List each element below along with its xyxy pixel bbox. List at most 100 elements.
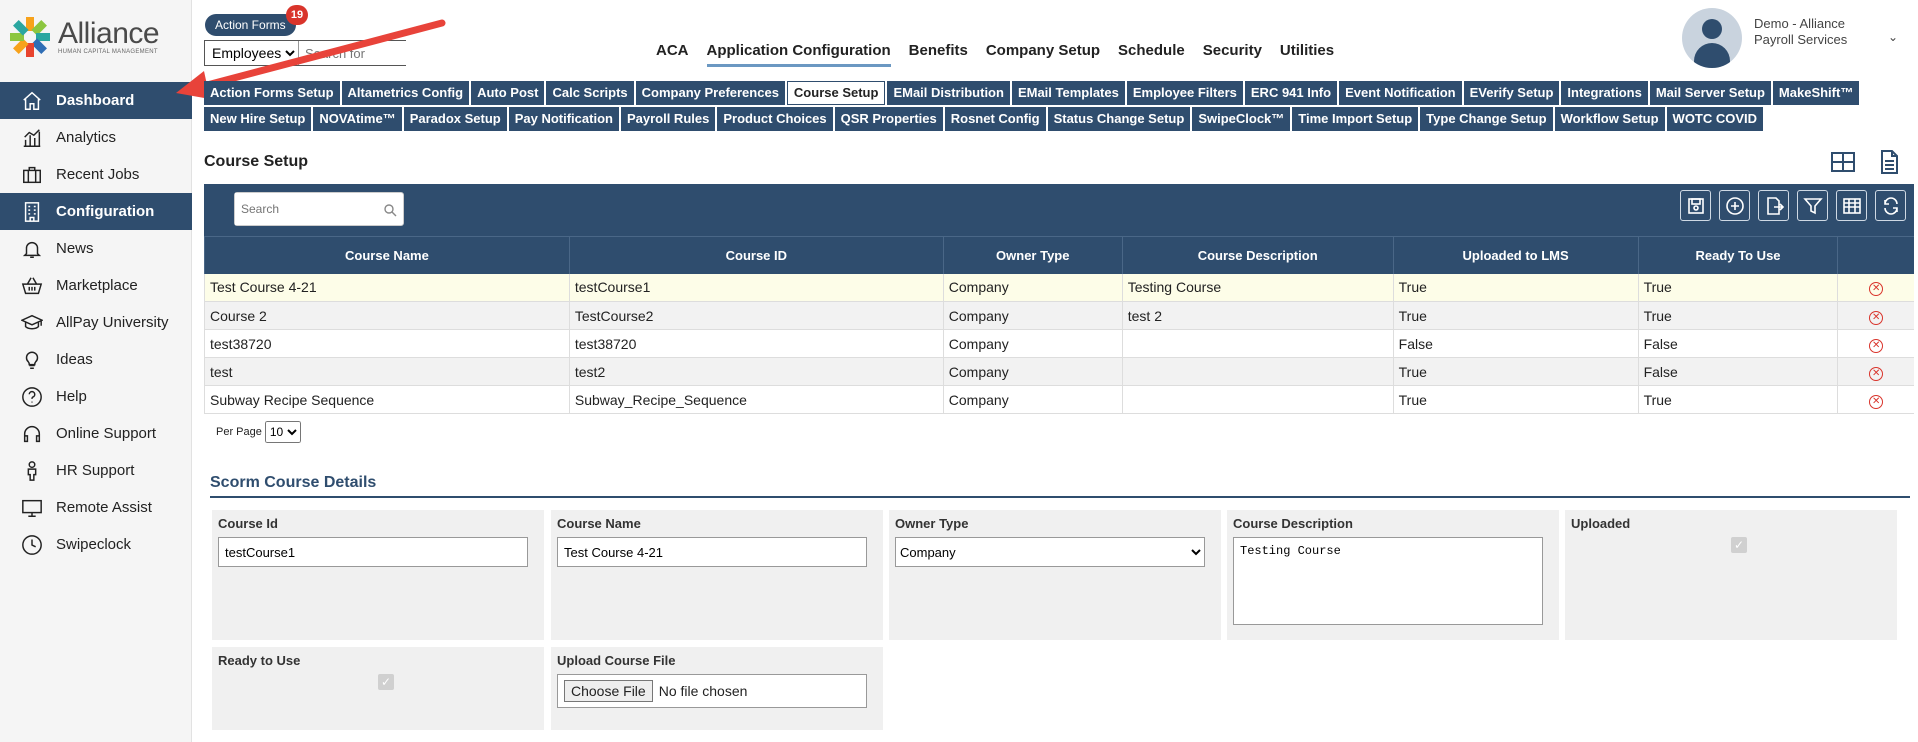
table-row[interactable]: test38720 test38720 Company False False …	[204, 329, 1914, 358]
tab-auto-post[interactable]: Auto Post	[471, 81, 545, 105]
course-id-input[interactable]	[218, 537, 528, 567]
delete-button[interactable]: ✕	[1837, 357, 1914, 386]
tab-event-notification[interactable]: Event Notification	[1339, 81, 1462, 105]
tab-payroll-rules[interactable]: Payroll Rules	[620, 107, 716, 131]
upload-course-file-card: Upload Course File Choose File No file c…	[551, 647, 883, 730]
choose-file-button[interactable]: Choose File	[564, 680, 653, 702]
column-header-course-id[interactable]: Course ID	[568, 236, 944, 274]
cell: Company	[942, 301, 1123, 330]
tab-action-forms-setup[interactable]: Action Forms Setup	[204, 81, 340, 105]
delete-button[interactable]: ✕	[1837, 273, 1914, 302]
topnav-schedule[interactable]: Schedule	[1118, 42, 1185, 67]
tab-integrations[interactable]: Integrations	[1561, 81, 1648, 105]
sidebar-item-marketplace[interactable]: Marketplace	[0, 267, 192, 304]
course-description-textarea[interactable]: Testing Course	[1233, 537, 1543, 625]
table-row[interactable]: Course 2 TestCourse2 Company test 2 True…	[204, 301, 1914, 330]
tab-calc-scripts[interactable]: Calc Scripts	[546, 81, 634, 105]
filter-button[interactable]	[1797, 190, 1828, 221]
refresh-button[interactable]	[1875, 190, 1906, 221]
topnav-application-configuration[interactable]: Application Configuration	[706, 42, 891, 67]
employee-search: Employees	[204, 40, 481, 66]
tab-employee-filters[interactable]: Employee Filters	[1126, 81, 1243, 105]
tab-time-import-setup[interactable]: Time Import Setup	[1292, 107, 1419, 131]
add-button[interactable]	[1719, 190, 1750, 221]
action-forms-button[interactable]: Action Forms	[205, 14, 296, 36]
topnav-aca[interactable]: ACA	[656, 42, 689, 67]
sidebar-item-news[interactable]: News	[0, 230, 192, 267]
course-name-input[interactable]	[557, 537, 867, 567]
tab-pay-notification[interactable]: Pay Notification	[508, 107, 619, 131]
topnav-utilities[interactable]: Utilities	[1280, 42, 1334, 67]
employee-search-input[interactable]	[299, 41, 481, 65]
tab-mail-server-setup[interactable]: Mail Server Setup	[1649, 81, 1771, 105]
building-icon	[20, 200, 44, 224]
tab-product-choices[interactable]: Product Choices	[717, 107, 833, 131]
table-row[interactable]: Subway Recipe Sequence Subway_Recipe_Seq…	[204, 385, 1914, 414]
tab-email-templates[interactable]: EMail Templates	[1011, 81, 1125, 105]
employee-type-select[interactable]: Employees	[205, 41, 299, 65]
cell: Testing Course	[1121, 273, 1394, 302]
sidebar-item-recent-jobs[interactable]: Recent Jobs	[0, 156, 192, 193]
per-page-select[interactable]: 10	[264, 421, 301, 443]
tab-rosnet-config[interactable]: Rosnet Config	[944, 107, 1046, 131]
tab-new-hire-setup[interactable]: New Hire Setup	[204, 107, 312, 131]
table-row[interactable]: Test Course 4-21 testCourse1 Company Tes…	[204, 273, 1914, 302]
topnav-company-setup[interactable]: Company Setup	[986, 42, 1100, 67]
topnav-security[interactable]: Security	[1203, 42, 1262, 67]
tab-course-setup[interactable]: Course Setup	[786, 81, 886, 105]
avatar	[1682, 8, 1742, 68]
delete-button[interactable]: ✕	[1837, 329, 1914, 358]
export-button[interactable]	[1758, 190, 1789, 221]
ready-to-use-checkbox[interactable]: ✓	[378, 674, 394, 690]
tab-paradox-setup[interactable]: Paradox Setup	[403, 107, 507, 131]
document-view-icon[interactable]	[1876, 150, 1902, 174]
cell: Course 2	[204, 301, 570, 330]
topnav-benefits[interactable]: Benefits	[909, 42, 968, 67]
tab-email-distribution[interactable]: EMail Distribution	[887, 81, 1010, 105]
sidebar-item-ideas[interactable]: Ideas	[0, 341, 192, 378]
tab-erc-941-info[interactable]: ERC 941 Info	[1244, 81, 1338, 105]
search-icon[interactable]	[383, 203, 397, 217]
tab-swipeclock[interactable]: SwipeClock™	[1192, 107, 1291, 131]
tab-workflow-setup[interactable]: Workflow Setup	[1554, 107, 1665, 131]
grid-search-input[interactable]	[235, 193, 375, 225]
basket-icon	[20, 274, 44, 298]
sidebar-item-help[interactable]: Help	[0, 378, 192, 415]
tab-company-preferences[interactable]: Company Preferences	[635, 81, 785, 105]
sidebar-item-remote-assist[interactable]: Remote Assist	[0, 489, 192, 526]
grid-view-icon[interactable]	[1830, 150, 1856, 174]
tab-status-change-setup[interactable]: Status Change Setup	[1047, 107, 1191, 131]
tab-altametrics-config[interactable]: Altametrics Config	[341, 81, 470, 105]
column-header-course-name[interactable]: Course Name	[204, 236, 570, 274]
table-row[interactable]: test test2 Company True False ✕	[204, 357, 1914, 386]
uploaded-checkbox[interactable]: ✓	[1731, 537, 1747, 553]
save-button[interactable]	[1680, 190, 1711, 221]
tab-wotc-covid[interactable]: WOTC COVID	[1666, 107, 1764, 131]
user-menu[interactable]: Demo - Alliance Payroll Services ⌄	[1682, 8, 1898, 68]
sidebar-item-hr-support[interactable]: HR Support	[0, 452, 192, 489]
sidebar-item-swipeclock[interactable]: Swipeclock	[0, 526, 192, 563]
columns-button[interactable]	[1836, 190, 1867, 221]
file-input[interactable]: Choose File No file chosen	[557, 674, 867, 708]
sidebar-item-online-support[interactable]: Online Support	[0, 415, 192, 452]
delete-button[interactable]: ✕	[1837, 301, 1914, 330]
tab-qsr-properties[interactable]: QSR Properties	[834, 107, 943, 131]
column-header-course-description[interactable]: Course Description	[1121, 236, 1394, 274]
sidebar-item-dashboard[interactable]: Dashboard	[0, 82, 192, 119]
alliance-logo[interactable]: Alliance HUMAN CAPITAL MANAGEMENT	[8, 12, 178, 62]
delete-button[interactable]: ✕	[1837, 385, 1914, 414]
grid-search	[234, 192, 404, 226]
sidebar-item-analytics[interactable]: Analytics	[0, 119, 192, 156]
sidebar-item-configuration[interactable]: Configuration	[0, 193, 192, 230]
sidebar-item-allpay-university[interactable]: AllPay University	[0, 304, 192, 341]
tab-makeshift[interactable]: MakeShift™	[1772, 81, 1860, 105]
column-header-uploaded-to-lms[interactable]: Uploaded to LMS	[1392, 236, 1639, 274]
tab-novatime[interactable]: NOVAtime™	[313, 107, 402, 131]
column-header-ready-to-use[interactable]: Ready To Use	[1637, 236, 1838, 274]
owner-type-select[interactable]: Company	[895, 537, 1205, 567]
tab-everify-setup[interactable]: EVerify Setup	[1463, 81, 1560, 105]
tab-type-change-setup[interactable]: Type Change Setup	[1420, 107, 1553, 131]
cell	[1121, 357, 1394, 386]
cell: Company	[942, 385, 1123, 414]
column-header-owner-type[interactable]: Owner Type	[942, 236, 1123, 274]
